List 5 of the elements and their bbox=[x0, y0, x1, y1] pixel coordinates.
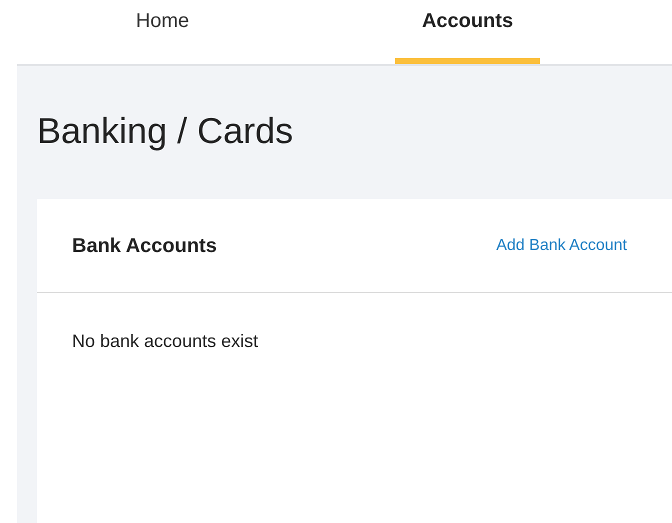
nav-tab[interactable]: Home bbox=[90, 0, 235, 64]
add-bank-account-link[interactable]: Add Bank Account bbox=[496, 234, 627, 258]
card-title: Bank Accounts bbox=[72, 234, 217, 258]
empty-message: No bank accounts exist bbox=[71, 330, 258, 353]
page-title: Banking / Cards bbox=[37, 109, 294, 153]
